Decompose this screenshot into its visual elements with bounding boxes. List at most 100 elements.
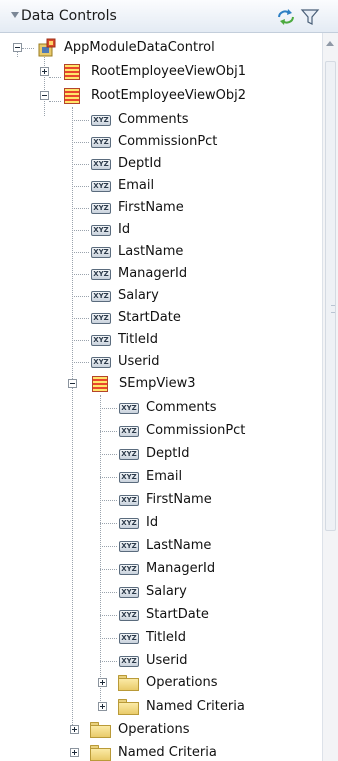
tree-connector-line (49, 77, 61, 78)
tree-connector-line (100, 661, 117, 662)
filter-icon[interactable] (300, 8, 320, 26)
tree-node-label: Operations (118, 722, 190, 737)
attribute-icon: XYZ (91, 203, 111, 214)
attribute-icon: XYZ (119, 656, 139, 667)
tree-node-label: TitleId (146, 630, 186, 645)
tree-node-label: AppModuleDataControl (64, 40, 215, 55)
panel-title: Data Controls (21, 8, 117, 24)
tree-connector-line (100, 615, 117, 616)
attribute-icon: XYZ (119, 633, 139, 644)
tree-connector-line (72, 274, 89, 275)
vertical-scrollbar[interactable] (322, 33, 338, 761)
collapse-toggle-icon[interactable] (68, 379, 77, 388)
attribute-icon: XYZ (119, 518, 139, 529)
tree-connector-line (100, 638, 117, 639)
attribute-icon: XYZ (119, 564, 139, 575)
app-module-icon (37, 38, 57, 62)
expand-toggle-icon[interactable] (40, 67, 49, 76)
view-object-icon (92, 376, 108, 392)
tree-node-label: Comments (118, 112, 189, 127)
tree-connector-line (72, 186, 89, 187)
tree-connector-line (72, 230, 89, 231)
folder-icon (118, 675, 139, 691)
tree-node-label: Email (118, 178, 155, 193)
tree-node-label: Named Criteria (146, 699, 245, 714)
attribute-icon: XYZ (91, 225, 111, 236)
tree-connector-line (72, 208, 89, 209)
tree-node-label: CommissionPct (118, 134, 218, 149)
tree-node-label: Operations (146, 675, 218, 690)
scroll-up-arrow-icon[interactable] (326, 41, 334, 46)
expand-toggle-icon[interactable] (98, 678, 107, 687)
tree-node-label: LastName (146, 538, 212, 553)
tree-connector-line (72, 340, 89, 341)
folder-icon (90, 722, 111, 738)
tree-connector-line (72, 362, 89, 363)
attribute-icon: XYZ (91, 181, 111, 192)
tree-connector-line (72, 296, 89, 297)
expand-toggle-icon[interactable] (70, 725, 79, 734)
tree-connector-line (100, 546, 117, 547)
attribute-icon: XYZ (119, 449, 139, 460)
tree-connector-line (100, 431, 117, 432)
collapse-triangle-icon[interactable] (11, 12, 19, 18)
attribute-icon: XYZ (119, 541, 139, 552)
tree-node-label: TitleId (118, 332, 158, 347)
tree-node-label: Userid (118, 354, 160, 369)
tree-node-label: Userid (146, 653, 188, 668)
tree-node-label: StartDate (146, 607, 209, 622)
attribute-icon: XYZ (91, 291, 111, 302)
attribute-icon: XYZ (91, 269, 111, 280)
tree-connector-line (44, 53, 45, 116)
tree-connector-line (72, 252, 89, 253)
tree-node-label: CommissionPct (146, 423, 246, 438)
panel-header[interactable]: Data Controls (0, 0, 338, 33)
tree-node-label: DeptId (146, 446, 190, 461)
tree-node-label: Id (118, 222, 131, 237)
tree-node-label: StartDate (118, 310, 181, 325)
attribute-icon: XYZ (119, 495, 139, 506)
tree-node-label: Salary (118, 288, 159, 303)
tree-connector-line (49, 101, 61, 102)
attribute-icon: XYZ (119, 472, 139, 483)
tree-connector-line (72, 120, 89, 121)
expand-toggle-icon[interactable] (70, 748, 79, 757)
collapse-toggle-icon[interactable] (40, 91, 49, 100)
tree-connector-line (100, 454, 117, 455)
tree-node-label: Email (146, 469, 183, 484)
refresh-icon[interactable] (276, 8, 296, 26)
tree-connector-line (100, 408, 117, 409)
tree-node-label: SEmpView3 (119, 376, 196, 391)
tree-node-label: Comments (146, 400, 217, 415)
tree-connector-line (100, 569, 117, 570)
tree-connector-line (22, 48, 34, 49)
attribute-icon: XYZ (119, 610, 139, 621)
tree-node-label: ManagerId (146, 561, 216, 576)
attribute-icon: XYZ (119, 587, 139, 598)
tree-node-label: FirstName (118, 200, 184, 215)
attribute-icon: XYZ (91, 137, 111, 148)
collapse-toggle-icon[interactable] (13, 43, 22, 52)
view-object-icon (64, 64, 80, 80)
tree-node-label: RootEmployeeViewObj1 (91, 64, 247, 79)
tree-connector-line (100, 500, 117, 501)
tree-node-label: RootEmployeeViewObj2 (91, 88, 247, 103)
scrollbar-thumb[interactable] (325, 61, 336, 531)
tree-node-label: DeptId (118, 156, 162, 171)
attribute-icon: XYZ (119, 426, 139, 437)
tree-node-label: Id (146, 515, 159, 530)
tree-connector-line (72, 107, 73, 733)
attribute-icon: XYZ (91, 247, 111, 258)
attribute-icon: XYZ (91, 313, 111, 324)
data-controls-tree: AppModuleDataControl RootEmployeeViewObj… (0, 33, 322, 761)
tree-connector-line (72, 164, 89, 165)
tree-connector-line (72, 142, 89, 143)
attribute-icon: XYZ (91, 335, 111, 346)
tree-connector-line (72, 318, 89, 319)
attribute-icon: XYZ (91, 115, 111, 126)
expand-toggle-icon[interactable] (98, 702, 107, 711)
tree-node-label: Named Criteria (118, 745, 217, 760)
tree-node-label: ManagerId (118, 266, 188, 281)
tree-node-label: FirstName (146, 492, 212, 507)
data-controls-panel: Data Controls AppModuleDataControl RootE… (0, 0, 338, 761)
